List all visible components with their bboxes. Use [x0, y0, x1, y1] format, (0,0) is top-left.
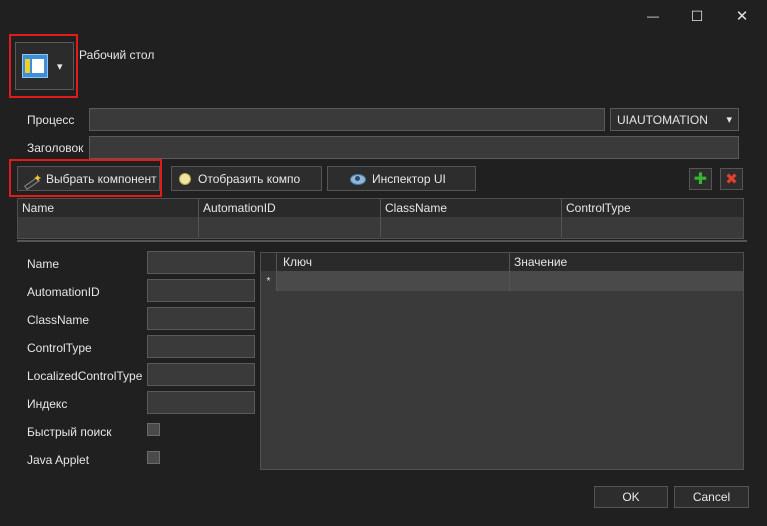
chevron-down-icon: ▾ — [57, 60, 63, 73]
minimize-button[interactable]: — — [633, 0, 673, 32]
ok-button[interactable]: OK — [594, 486, 668, 508]
table-cell[interactable] — [562, 217, 743, 237]
target-label: Рабочий стол — [79, 48, 155, 62]
show-component-label: Отобразить компо — [198, 171, 301, 186]
automation-mode-value: UIAUTOMATION — [617, 112, 708, 127]
table-cell[interactable] — [277, 271, 510, 291]
window-icon — [22, 54, 48, 78]
property-label: LocalizedControlType — [27, 369, 143, 383]
ui-inspector-button[interactable]: Инспектор UI — [327, 166, 476, 191]
automation-mode-select[interactable]: UIAUTOMATION ▾ — [610, 108, 739, 131]
classname-field[interactable] — [147, 307, 255, 330]
fast-search-label: Быстрый поиск — [27, 425, 112, 439]
delete-icon: ✖ — [725, 171, 738, 188]
controltype-field[interactable] — [147, 335, 255, 358]
target-selector[interactable]: ▾ — [15, 42, 74, 90]
ok-label: OK — [622, 490, 640, 504]
chevron-down-icon: ▾ — [726, 114, 732, 126]
title-label: Заголовок — [27, 141, 84, 155]
automationid-field[interactable] — [147, 279, 255, 302]
maximize-button[interactable]: ☐ — [677, 0, 717, 32]
highlight-icon — [178, 172, 192, 186]
select-component-label: Выбрать компонент — [46, 171, 157, 186]
property-label: ControlType — [27, 341, 92, 355]
key-value-grid[interactable]: Ключ Значение * — [260, 252, 744, 470]
elements-grid[interactable]: Name AutomationID ClassName ControlType — [17, 198, 744, 239]
select-component-button[interactable]: ✦ Выбрать компонент — [17, 166, 160, 191]
close-icon: ✕ — [735, 8, 749, 25]
eye-icon — [350, 173, 366, 185]
process-field[interactable] — [89, 108, 605, 131]
close-button[interactable]: ✕ — [722, 0, 762, 32]
table-cell[interactable] — [199, 217, 381, 237]
grid-splitter[interactable] — [17, 240, 747, 242]
title-field[interactable] — [89, 136, 739, 159]
cancel-label: Cancel — [692, 490, 731, 504]
localizedcontroltype-field[interactable] — [147, 363, 255, 386]
column-header-automationid[interactable]: AutomationID — [199, 199, 381, 217]
fast-search-checkbox[interactable] — [147, 423, 160, 436]
delete-button[interactable]: ✖ — [720, 168, 743, 190]
name-field[interactable] — [147, 251, 255, 274]
column-header-key[interactable]: Ключ — [277, 253, 510, 271]
java-applet-checkbox[interactable] — [147, 451, 160, 464]
java-applet-label: Java Applet — [27, 453, 90, 467]
column-header-classname[interactable]: ClassName — [381, 199, 562, 217]
index-field[interactable] — [147, 391, 255, 414]
cancel-button[interactable]: Cancel — [674, 486, 749, 508]
new-row-marker: * — [261, 271, 277, 291]
table-cell[interactable] — [381, 217, 562, 237]
property-label: Name — [27, 257, 60, 271]
add-button[interactable]: ✚ — [689, 168, 712, 190]
row-header-corner — [261, 253, 277, 271]
show-component-button[interactable]: Отобразить компо — [171, 166, 322, 191]
property-label: Индекс — [27, 397, 68, 411]
minimize-icon: — — [647, 9, 659, 23]
ui-inspector-label: Инспектор UI — [372, 171, 446, 186]
column-header-value[interactable]: Значение — [510, 253, 743, 271]
column-header-controltype[interactable]: ControlType — [562, 199, 743, 217]
process-label: Процесс — [27, 113, 75, 127]
table-cell[interactable] — [510, 271, 743, 291]
property-label: AutomationID — [27, 285, 100, 299]
wand-icon: ✦ — [24, 172, 42, 190]
column-header-name[interactable]: Name — [18, 199, 199, 217]
table-cell[interactable] — [18, 217, 199, 237]
property-label: ClassName — [27, 313, 90, 327]
maximize-icon: ☐ — [690, 7, 704, 24]
plus-icon: ✚ — [693, 171, 708, 188]
